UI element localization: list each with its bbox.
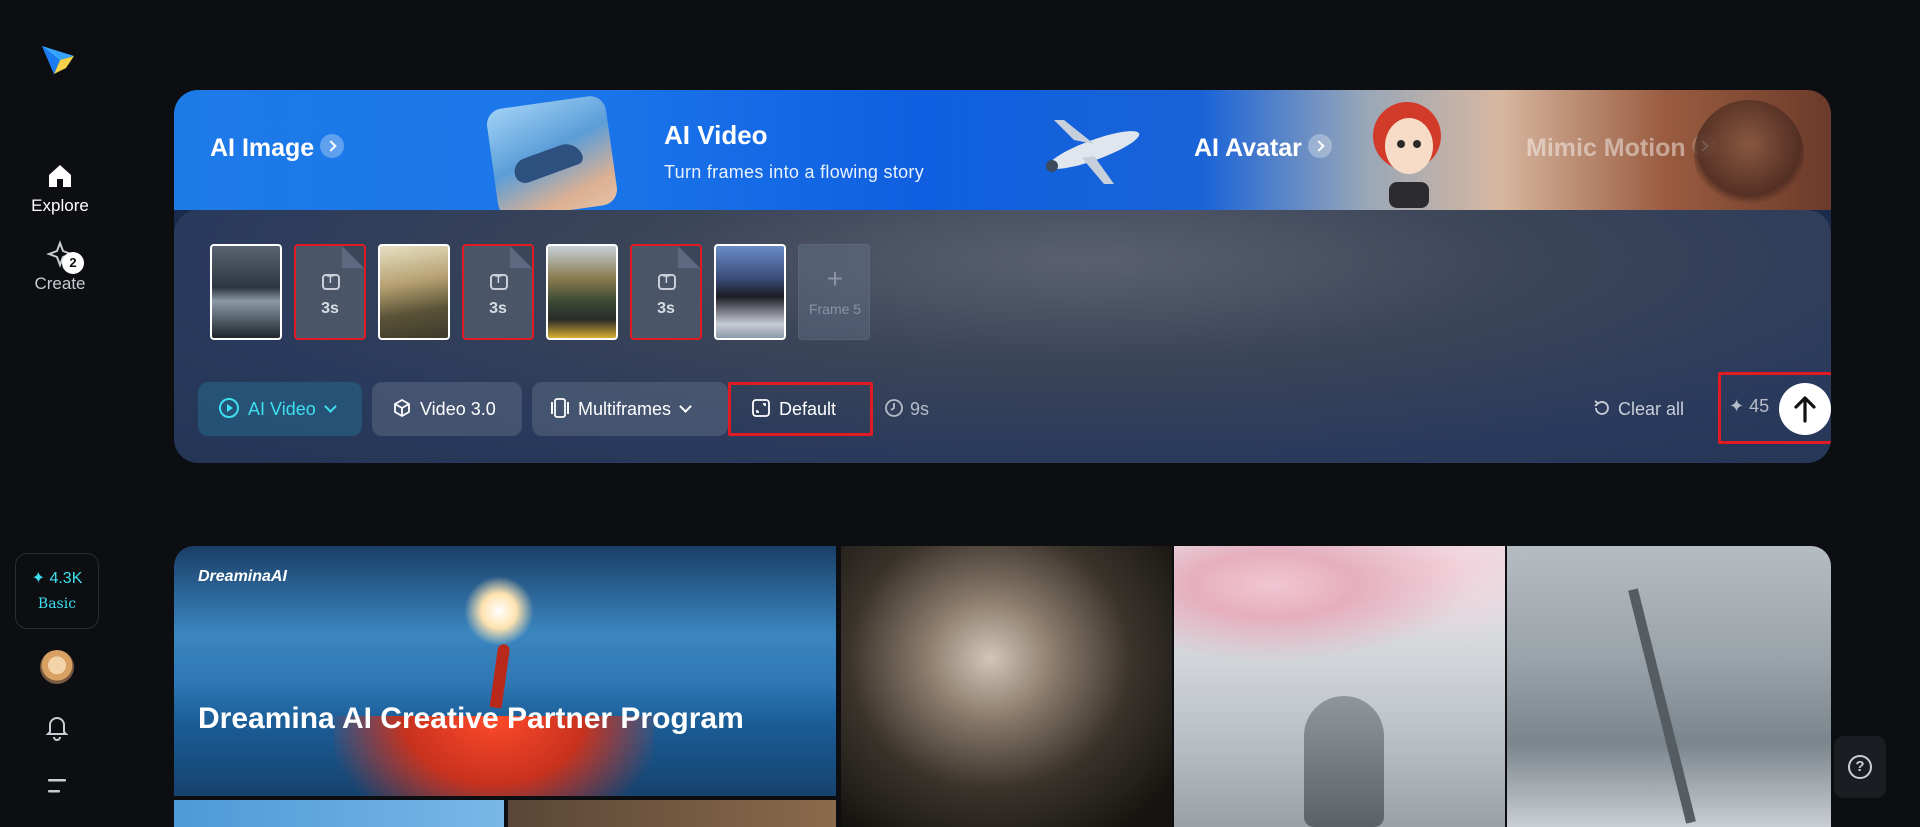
explore-gallery: DreaminaAI Dreamina AI Creative Partner … [174,546,1831,827]
mode-dropdown[interactable]: AI Video [198,382,362,436]
frame-car-photo[interactable] [210,244,282,340]
gallery-item-sky[interactable] [174,800,504,827]
composer-panel: 3s 3s 3s + Frame 5 [174,210,1831,463]
refresh-icon [1594,400,1609,416]
chevron-right-icon [320,134,345,159]
tab-ai-image-label: AI Image [210,134,315,162]
whale-card-image [484,94,620,220]
clear-all-label: Clear all [1618,399,1685,419]
aspect-ratio-icon [752,399,770,418]
add-frame-label: Frame 5 [808,301,862,317]
gallery-item-portrait[interactable] [841,546,1172,827]
text-doc-icon [322,274,340,290]
nav-explore-label: Explore [31,196,89,215]
frame-text-transition[interactable]: 3s [630,244,702,340]
dreamina-logo-icon[interactable] [38,38,78,78]
aspect-ratio-label: Default [779,399,837,419]
video-play-icon [219,398,239,419]
banner-title: Dreamina AI Creative Partner Program [198,702,744,735]
clear-all-button[interactable]: Clear all [1592,382,1684,436]
nav-explore[interactable]: Explore [0,162,120,216]
tab-ai-avatar[interactable]: AI Avatar [1194,134,1332,163]
banner-brand: DreaminaAI [198,568,287,585]
frame-traffic-light-photo[interactable] [714,244,786,340]
frame-duration: 3s [489,300,507,317]
plan-label: Basic [37,596,77,612]
text-doc-icon [490,274,508,290]
composer-toolbar: AI Video Video 3.0 Multiframes Default 9… [198,372,1831,444]
feature-tabs: AI Image AI Video Turn frames into a flo… [174,90,1831,220]
nav-create-label: Create [34,274,86,293]
sidebar: Explore 2 Create ✦ 4.3K Basic [0,0,120,827]
duration-value: 9s [910,399,930,419]
tab-ai-video-subtitle: Turn frames into a flowing story [664,162,925,182]
chevron-down-icon [679,400,692,413]
text-doc-icon [658,274,676,290]
gallery-item-robot[interactable] [1174,546,1505,827]
cube-icon [394,399,410,418]
gallery-item-city[interactable] [1507,546,1831,827]
help-button[interactable]: ? [1834,736,1886,798]
tab-ai-avatar-label: AI Avatar [1194,134,1302,162]
chevron-down-icon [323,400,337,413]
avatar[interactable] [40,650,74,684]
mimic-figure-image [1694,100,1804,210]
credit-cost-value: 45 [1749,396,1770,416]
model-button[interactable]: Video 3.0 [372,382,522,436]
tab-mimic-motion[interactable]: Mimic Motion [1526,134,1716,163]
credits-box[interactable]: ✦ 4.3K Basic [15,553,99,629]
frame-duration: 3s [321,300,339,317]
clock-icon [885,399,903,418]
nav-create[interactable]: 2 Create [0,240,120,294]
add-frame-button[interactable]: + Frame 5 [798,244,870,340]
generate-group: ✦ 45 [1718,372,1831,444]
frame-car-road-photo[interactable] [546,244,618,340]
multiframes-label: Multiframes [578,399,672,419]
create-badge: 2 [62,252,84,274]
bell-icon[interactable] [43,713,71,741]
tab-mimic-motion-label: Mimic Motion [1526,134,1686,162]
tab-ai-image[interactable]: AI Image [210,134,345,163]
aspect-ratio-button[interactable]: Default [728,382,873,436]
model-label: Video 3.0 [420,399,496,419]
duration-display[interactable]: 9s [884,382,929,436]
chevron-right-icon [1307,134,1332,159]
frame-text-transition[interactable]: 3s [294,244,366,340]
hero-panel: AI Image AI Video Turn frames into a flo… [174,90,1831,463]
creative-partner-banner[interactable]: DreaminaAI Dreamina AI Creative Partner … [174,546,836,796]
frame-text-transition[interactable]: 3s [462,244,534,340]
mode-label: AI Video [248,399,316,419]
home-icon [49,165,71,187]
frame-duration: 3s [657,300,675,317]
avatar-girl-image [1373,102,1441,208]
menu-icon[interactable] [44,775,70,797]
arrow-up-icon [1794,396,1816,423]
airplane-image [1046,120,1140,184]
gallery-item-street[interactable] [508,800,836,827]
generate-button[interactable] [1779,383,1831,435]
plus-icon: + [826,263,844,294]
multiframes-dropdown[interactable]: Multiframes [532,382,728,436]
frame-mountain-road-photo[interactable] [378,244,450,340]
credit-cost: ✦ 45 [1729,396,1769,417]
tab-ai-video[interactable]: AI Video [664,120,768,151]
credits-value: ✦ 4.3K [31,570,83,587]
multiframes-icon [551,398,569,419]
question-icon: ? [1848,755,1872,779]
sparkle-icon: ✦ [1729,396,1750,416]
